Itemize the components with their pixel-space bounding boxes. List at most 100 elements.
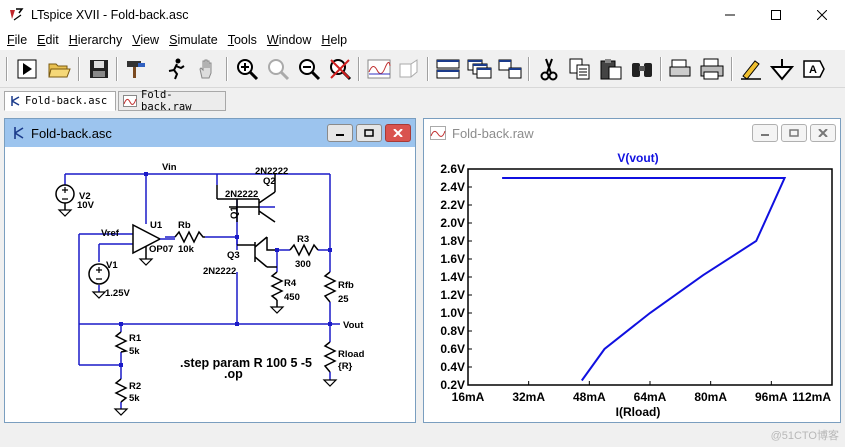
q1-model-label: 2N2222 xyxy=(225,189,258,200)
schematic-minimize-button[interactable] xyxy=(327,124,353,142)
pan-button[interactable] xyxy=(194,56,220,82)
tab-label: Fold-back.asc xyxy=(25,95,108,107)
cascade-button[interactable] xyxy=(466,56,492,82)
q2-name-label: Q2 xyxy=(263,176,276,187)
waveform-restore-button[interactable] xyxy=(781,124,807,142)
y-tick-label: 2.6V xyxy=(440,162,465,176)
ground-icon xyxy=(770,59,794,81)
tile-vertical-icon xyxy=(498,59,522,79)
control-panel-button[interactable] xyxy=(123,56,149,82)
minimize-button[interactable] xyxy=(707,0,753,30)
close-icon xyxy=(393,129,403,137)
op-directive[interactable]: .op xyxy=(224,367,243,381)
zoom-in-icon xyxy=(237,59,259,81)
waveform-icon xyxy=(430,126,446,140)
plot-frame xyxy=(467,168,833,386)
waveform-close-button[interactable] xyxy=(810,124,836,142)
net-label-vout: Vout xyxy=(343,320,364,331)
rload-name-label: Rload xyxy=(338,349,365,360)
ground-button[interactable] xyxy=(769,56,795,82)
schematic-close-button[interactable] xyxy=(385,124,411,142)
x-tick-label: 48mA xyxy=(573,390,606,404)
paste-button[interactable] xyxy=(598,56,624,82)
cut-button[interactable] xyxy=(536,56,562,82)
zoom-in-button[interactable] xyxy=(234,56,260,82)
r4-name-label: R4 xyxy=(284,278,297,289)
waveform-icon xyxy=(123,95,137,107)
y-tick-label: 0.6V xyxy=(440,342,465,356)
label-net-button[interactable]: A xyxy=(800,56,826,82)
v1-value-label: 1.25V xyxy=(105,288,130,299)
maximize-icon xyxy=(771,10,781,20)
x-tick-label: 16mA xyxy=(452,390,485,404)
y-tick-label: 1.0V xyxy=(440,306,465,320)
r2-resistor-symbol xyxy=(114,378,128,403)
label-net-icon: A xyxy=(803,60,825,78)
menu-edit[interactable]: Edit xyxy=(32,33,64,47)
y-tick-label: 1.2V xyxy=(440,288,465,302)
menu-tools[interactable]: Tools xyxy=(223,33,262,47)
copy-button[interactable] xyxy=(567,56,593,82)
run-simulation-button[interactable] xyxy=(163,56,189,82)
menu-help[interactable]: Help xyxy=(316,33,352,47)
close-icon xyxy=(818,129,828,137)
toolbar-separator xyxy=(427,57,429,81)
menu-file[interactable]: File xyxy=(2,33,32,47)
zoom-out-icon xyxy=(299,59,321,81)
cancel-zoom-button[interactable] xyxy=(327,56,353,82)
tab-fold-back-asc[interactable]: Fold-back.asc xyxy=(4,91,116,111)
save-button[interactable] xyxy=(86,56,112,82)
3d-view-button[interactable] xyxy=(396,56,422,82)
toolbar-separator xyxy=(358,57,360,81)
menu-hierarchy[interactable]: Hierarchy xyxy=(64,33,128,47)
rfb-resistor-symbol xyxy=(323,271,337,303)
waveform-plot-icon xyxy=(367,59,391,79)
close-icon xyxy=(817,10,827,20)
tile-horizontal-button[interactable] xyxy=(435,56,461,82)
maximize-button[interactable] xyxy=(753,0,799,30)
cascade-icon xyxy=(467,59,492,79)
r3-resistor-symbol xyxy=(289,243,319,257)
close-button[interactable] xyxy=(799,0,845,30)
x-tick-label: 96mA xyxy=(755,390,788,404)
step-directive[interactable]: .step param R 100 5 -5 xyxy=(180,356,312,370)
open-button[interactable] xyxy=(46,56,72,82)
schematic-restore-button[interactable] xyxy=(356,124,382,142)
menu-bar: File Edit Hierarchy View Simulate Tools … xyxy=(0,30,845,50)
open-folder-icon xyxy=(48,63,71,78)
waveform-minimize-button[interactable] xyxy=(752,124,778,142)
waveform-window[interactable]: Fold-back.raw V(vout) I(Rload) 2.6V 2.4V 2… xyxy=(423,118,841,423)
find-binoculars-icon xyxy=(632,63,652,77)
r2-name-label: R2 xyxy=(129,381,141,392)
copy-icon xyxy=(569,58,590,80)
menu-view[interactable]: View xyxy=(127,33,164,47)
x-axis-label: I(Rload) xyxy=(616,405,661,419)
run-button[interactable] xyxy=(14,56,40,82)
menu-window[interactable]: Window xyxy=(262,33,316,47)
draw-wire-button[interactable] xyxy=(738,56,764,82)
ltspice-app: LTspice XVII - Fold-back.asc File Edit H… xyxy=(0,0,845,447)
zoom-full-button[interactable] xyxy=(265,56,291,82)
tab-fold-back-raw[interactable]: Fold-back.raw xyxy=(118,89,226,113)
schematic-canvas[interactable]: Vin V2 10V Vref U1 OP07 Rb 10k 2N2222 Q2… xyxy=(5,147,415,422)
schematic-window-titlebar[interactable]: Fold-back.asc xyxy=(5,119,415,147)
menu-simulate[interactable]: Simulate xyxy=(164,33,223,47)
3d-box-icon xyxy=(399,59,418,78)
watermark-text: @51CTO博客 xyxy=(770,430,839,442)
q3-name-label: Q3 xyxy=(227,250,240,261)
print-button[interactable] xyxy=(699,56,725,82)
minimize-icon xyxy=(761,134,769,136)
waveform-button[interactable] xyxy=(366,56,392,82)
restore-icon xyxy=(364,129,374,137)
trace-label-vout[interactable]: V(vout) xyxy=(617,151,658,165)
r4-value-label: 450 xyxy=(284,292,300,303)
print-preview-button[interactable] xyxy=(668,56,694,82)
waveform-plot-pane[interactable]: V(vout) I(Rload) 2.6V 2.4V 2.2V 2.0V 1.8V 1.6… xyxy=(424,147,840,422)
zoom-out-button[interactable] xyxy=(296,56,322,82)
tile-vertical-button[interactable] xyxy=(497,56,523,82)
waveform-window-titlebar[interactable]: Fold-back.raw xyxy=(424,119,840,147)
u1-name-label: U1 xyxy=(150,220,163,231)
schematic-window[interactable]: Fold-back.asc Vin V2 10V Vref U1 OP07 Rb… xyxy=(4,118,416,423)
y-tick-label: 2.0V xyxy=(440,216,465,230)
find-button[interactable] xyxy=(629,56,655,82)
